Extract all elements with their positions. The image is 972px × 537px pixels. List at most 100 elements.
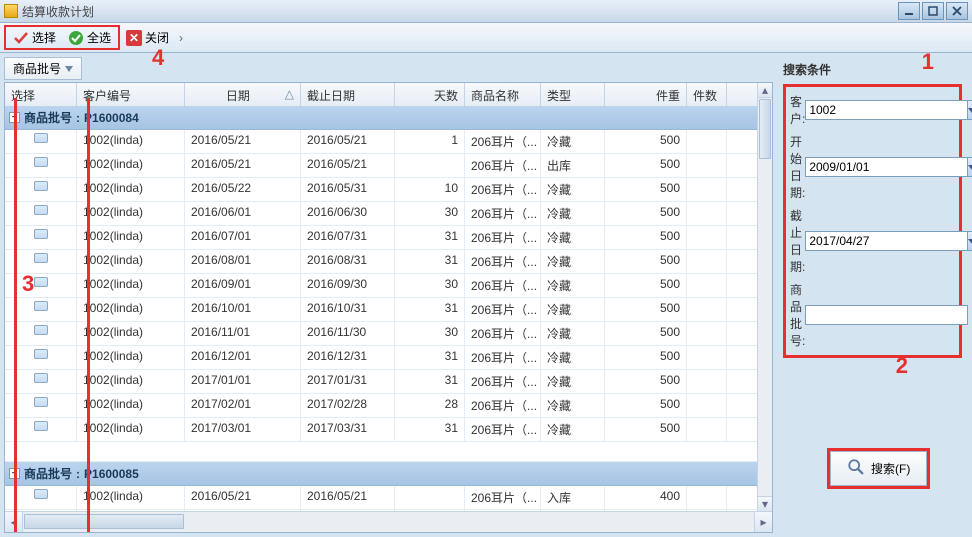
expander-icon[interactable]: − — [9, 112, 20, 123]
col-count[interactable]: 件数 — [687, 83, 727, 108]
select-cell[interactable] — [5, 418, 77, 441]
select-cell[interactable] — [5, 322, 77, 345]
start-date-dropdown-icon[interactable] — [968, 157, 972, 177]
weight-cell: 500 — [605, 298, 687, 321]
checkbox-icon[interactable] — [34, 181, 48, 191]
customer-cell: 1002(linda) — [77, 394, 185, 417]
search-button[interactable]: 搜索(F) — [830, 451, 927, 486]
horizontal-scrollbar[interactable]: ◂ ▸ — [5, 511, 772, 532]
name-cell: 206耳片（... — [465, 322, 541, 345]
checkbox-icon[interactable] — [34, 277, 48, 287]
checkbox-icon[interactable] — [34, 489, 48, 499]
select-cell[interactable] — [5, 486, 77, 509]
scroll-up-icon[interactable]: ▴ — [758, 83, 772, 98]
name-cell: 206耳片（... — [465, 250, 541, 273]
checkbox-icon[interactable] — [34, 157, 48, 167]
table-row[interactable]: 1002(linda) 2016/09/01 2016/09/30 30 206… — [5, 274, 757, 298]
minimize-button[interactable] — [898, 2, 920, 20]
customer-cell: 1002(linda) — [77, 418, 185, 441]
table-row[interactable]: 1002(linda) 2016/05/21 2016/05/21 206耳片（… — [5, 154, 757, 178]
checkbox-icon[interactable] — [34, 229, 48, 239]
end-date-dropdown-icon[interactable] — [968, 231, 972, 251]
expander-icon[interactable]: − — [9, 468, 20, 479]
col-type[interactable]: 类型 — [541, 83, 605, 108]
select-cell[interactable] — [5, 298, 77, 321]
end-date-label: 截止日期: — [790, 207, 805, 275]
due-cell: 2016/11/30 — [301, 322, 395, 345]
col-due-date[interactable]: 截止日期 — [301, 83, 395, 108]
maximize-button[interactable] — [922, 2, 944, 20]
table-row[interactable]: 1002(linda) 2017/03/01 2017/03/31 31 206… — [5, 418, 757, 442]
grid-panel: 商品批号 选择 客户编号 日期△ 截止日期 天数 商品名称 类型 件重 件数 −… — [0, 53, 777, 537]
table-row[interactable]: 1002(linda) 2016/08/01 2016/08/31 31 206… — [5, 250, 757, 274]
scroll-thumb[interactable] — [759, 99, 771, 159]
customer-cell: 1002(linda) — [77, 298, 185, 321]
checkbox-icon[interactable] — [34, 301, 48, 311]
days-cell: 10 — [395, 178, 465, 201]
col-date[interactable]: 日期△ — [185, 83, 301, 108]
checkbox-icon[interactable] — [34, 253, 48, 263]
select-cell[interactable] — [5, 202, 77, 225]
select-cell[interactable] — [5, 226, 77, 249]
select-cell[interactable] — [5, 250, 77, 273]
select-button[interactable]: 选择 — [7, 27, 62, 48]
select-cell[interactable] — [5, 154, 77, 177]
select-cell[interactable] — [5, 394, 77, 417]
select-cell[interactable] — [5, 178, 77, 201]
select-all-button[interactable]: 全选 — [62, 27, 117, 48]
scroll-right-icon[interactable]: ▸ — [754, 512, 772, 532]
toolbar-close-button[interactable]: ✕ 关闭 — [120, 27, 175, 48]
count-cell — [687, 274, 727, 297]
group-by-tab[interactable]: 商品批号 — [4, 57, 82, 80]
table-row[interactable]: 1002(linda) 2016/07/01 2016/07/31 31 206… — [5, 226, 757, 250]
count-cell — [687, 226, 727, 249]
col-unit-weight[interactable]: 件重 — [605, 83, 687, 108]
table-row[interactable]: 1002(linda) 2016/05/22 2016/05/31 10 206… — [5, 178, 757, 202]
batch-no-input[interactable] — [805, 305, 968, 325]
customer-input[interactable] — [805, 100, 968, 120]
date-cell: 2017/02/01 — [185, 394, 301, 417]
count-cell — [687, 202, 727, 225]
name-cell: 206耳片（... — [465, 178, 541, 201]
start-date-input[interactable] — [805, 157, 968, 177]
checkbox-icon[interactable] — [34, 373, 48, 383]
table-row[interactable]: 1002(linda) 2016/06/01 2016/06/30 30 206… — [5, 202, 757, 226]
scroll-left-icon[interactable]: ◂ — [5, 512, 23, 532]
table-row[interactable]: 1002(linda) 2017/02/01 2017/02/28 28 206… — [5, 394, 757, 418]
col-product-name[interactable]: 商品名称 — [465, 83, 541, 108]
checkbox-icon[interactable] — [34, 205, 48, 215]
table-row[interactable]: 1002(linda) 2016/12/01 2016/12/31 31 206… — [5, 346, 757, 370]
table-row[interactable]: 1002(linda) 2016/10/01 2016/10/31 31 206… — [5, 298, 757, 322]
hscroll-thumb[interactable] — [24, 514, 184, 529]
group-row[interactable]: − 商品批号: P1600084 — [5, 106, 757, 130]
select-cell[interactable] — [5, 274, 77, 297]
days-cell — [395, 154, 465, 177]
checkbox-icon[interactable] — [34, 325, 48, 335]
close-button[interactable] — [946, 2, 968, 20]
table-row[interactable]: 1002(linda) 2016/05/21 2016/05/21 1 206耳… — [5, 130, 757, 154]
date-cell: 2016/05/21 — [185, 154, 301, 177]
count-cell — [687, 250, 727, 273]
vertical-scrollbar[interactable]: ▴ ▾ — [757, 83, 772, 511]
customer-dropdown-icon[interactable] — [968, 100, 972, 120]
due-cell: 2017/02/28 — [301, 394, 395, 417]
table-row[interactable]: 1002(linda) 2017/01/01 2017/01/31 31 206… — [5, 370, 757, 394]
col-customer-id[interactable]: 客户编号 — [77, 83, 185, 108]
col-days[interactable]: 天数 — [395, 83, 465, 108]
end-date-input[interactable] — [805, 231, 968, 251]
group-row[interactable]: − 商品批号: P1600085 — [5, 462, 757, 486]
select-cell[interactable] — [5, 346, 77, 369]
col-select[interactable]: 选择 — [5, 83, 77, 108]
scroll-down-icon[interactable]: ▾ — [758, 496, 772, 511]
checkbox-icon[interactable] — [34, 421, 48, 431]
checkbox-icon[interactable] — [34, 349, 48, 359]
table-row[interactable]: 1002(linda) 2016/05/21 2016/05/21 206耳片（… — [5, 486, 757, 510]
select-cell[interactable] — [5, 370, 77, 393]
checkbox-icon[interactable] — [34, 133, 48, 143]
toolbar-overflow-icon[interactable]: › — [177, 31, 185, 45]
checkbox-icon[interactable] — [34, 397, 48, 407]
select-cell[interactable] — [5, 130, 77, 153]
due-cell: 2016/05/31 — [301, 178, 395, 201]
start-date-label: 开始日期: — [790, 133, 805, 201]
table-row[interactable]: 1002(linda) 2016/11/01 2016/11/30 30 206… — [5, 322, 757, 346]
